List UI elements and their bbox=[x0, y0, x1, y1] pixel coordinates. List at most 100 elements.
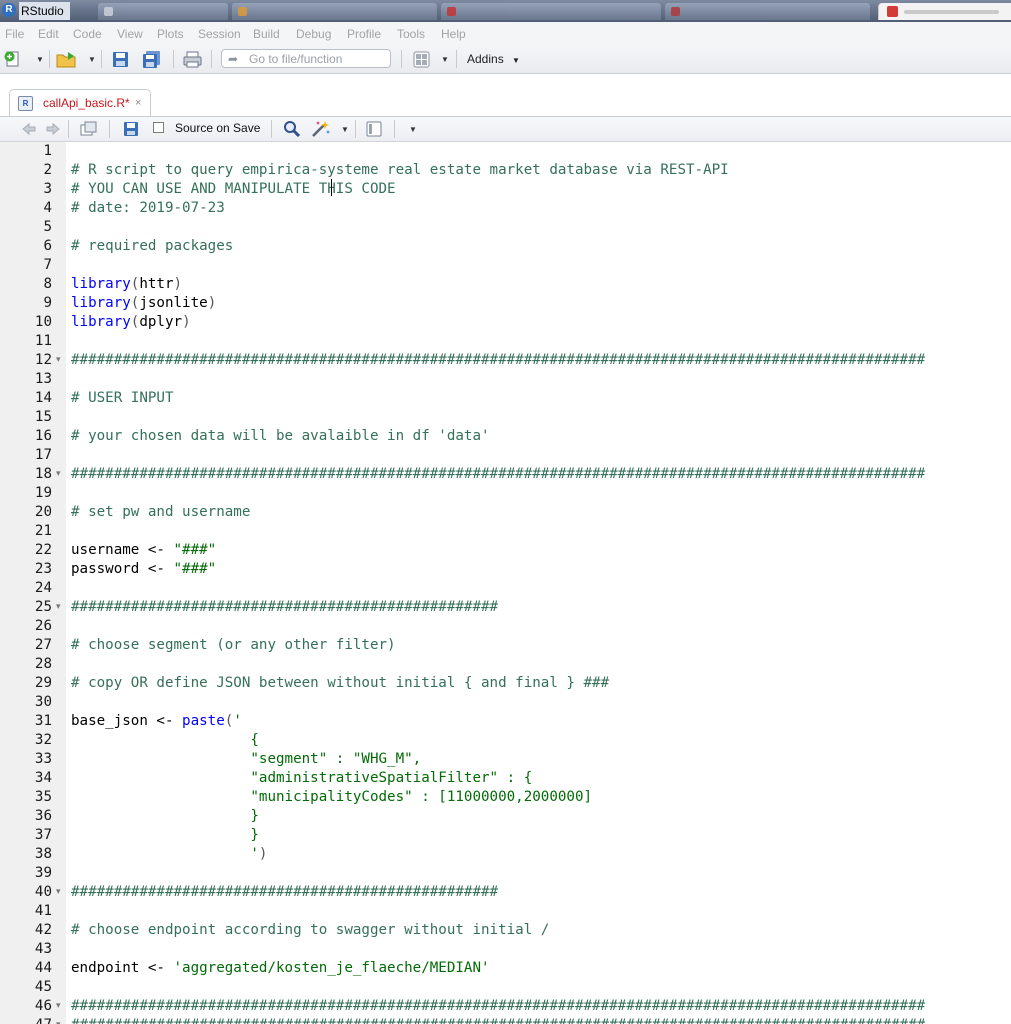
chevron-down-icon[interactable]: ▼ bbox=[341, 125, 349, 134]
menu-code[interactable]: Code bbox=[73, 26, 102, 42]
toolbar-divider bbox=[456, 50, 457, 68]
code-line[interactable]: 46 ▾ #####################################… bbox=[0, 997, 1011, 1016]
save-icon[interactable] bbox=[112, 51, 130, 69]
code-line[interactable]: 43 bbox=[0, 940, 1011, 959]
code-line[interactable]: 33 "segment" : "WHG_M", bbox=[0, 750, 1011, 769]
fold-toggle-icon[interactable]: ▾ bbox=[56, 1016, 61, 1024]
code-line[interactable]: 20 # set pw and username bbox=[0, 503, 1011, 522]
go-to-file-input[interactable]: ➦ Go to file/function bbox=[221, 49, 391, 68]
menu-session[interactable]: Session bbox=[198, 26, 241, 42]
browser-tab-active[interactable] bbox=[878, 3, 1011, 20]
fold-toggle-icon[interactable]: ▾ bbox=[56, 351, 61, 370]
fold-toggle-icon[interactable]: ▾ bbox=[56, 883, 61, 902]
show-in-window-icon[interactable] bbox=[80, 121, 98, 137]
menu-debug[interactable]: Debug bbox=[296, 26, 331, 42]
code-line[interactable]: 27 # choose segment (or any other filter) bbox=[0, 636, 1011, 655]
code-line[interactable]: 42 # choose endpoint according to swagger… bbox=[0, 921, 1011, 940]
code-line[interactable]: 41 bbox=[0, 902, 1011, 921]
chevron-down-icon[interactable]: ▼ bbox=[409, 125, 417, 134]
code-line[interactable]: 34 "administrativeSpatialFilter" : { bbox=[0, 769, 1011, 788]
print-icon[interactable] bbox=[183, 51, 203, 69]
code-line[interactable]: 7 bbox=[0, 256, 1011, 275]
background-browser-tab[interactable] bbox=[665, 3, 870, 20]
menu-tools[interactable]: Tools bbox=[397, 26, 425, 42]
code-line[interactable]: 2 # R script to query empirica-systeme re… bbox=[0, 161, 1011, 180]
code-text: # date: 2019-07-23 bbox=[71, 200, 225, 216]
chevron-down-icon[interactable]: ▼ bbox=[441, 55, 449, 64]
code-line[interactable]: 16 # your chosen data will be avalaible i… bbox=[0, 427, 1011, 446]
code-line[interactable]: 23 password <- "###" bbox=[0, 560, 1011, 579]
chevron-down-icon[interactable]: ▼ bbox=[36, 55, 44, 64]
background-browser-tab[interactable] bbox=[98, 3, 228, 20]
code-line[interactable]: 12 ▾ #####################################… bbox=[0, 351, 1011, 370]
menu-view[interactable]: View bbox=[117, 26, 143, 42]
magic-wand-icon[interactable] bbox=[311, 120, 331, 138]
fold-toggle-icon[interactable]: ▾ bbox=[56, 997, 61, 1016]
addins-button[interactable]: Addins ▼ bbox=[467, 50, 520, 68]
code-line[interactable]: 26 bbox=[0, 617, 1011, 636]
search-icon[interactable] bbox=[283, 121, 301, 137]
code-line[interactable]: 28 bbox=[0, 655, 1011, 674]
code-line[interactable]: 44 endpoint <- 'aggregated/kosten_je_flae… bbox=[0, 959, 1011, 978]
background-browser-tab[interactable] bbox=[441, 3, 661, 20]
code-editor[interactable]: 1 2 # R script to query empirica-systeme r… bbox=[0, 142, 1011, 1024]
tab-callapi-basic[interactable]: R callApi_basic.R* × bbox=[9, 89, 151, 116]
code-line[interactable]: 31 base_json <- paste(' bbox=[0, 712, 1011, 731]
menu-plots[interactable]: Plots bbox=[157, 26, 184, 42]
code-line[interactable]: 25 ▾ #####################################… bbox=[0, 598, 1011, 617]
code-line[interactable]: 15 bbox=[0, 408, 1011, 427]
fold-toggle-icon[interactable]: ▾ bbox=[56, 465, 61, 484]
menu-build[interactable]: Build bbox=[253, 26, 280, 42]
background-browser-tab[interactable] bbox=[232, 3, 437, 20]
code-line[interactable]: 37 } bbox=[0, 826, 1011, 845]
code-line[interactable]: 40 ▾ #####################################… bbox=[0, 883, 1011, 902]
code-line[interactable]: 21 bbox=[0, 522, 1011, 541]
menu-profile[interactable]: Profile bbox=[347, 26, 381, 42]
code-line[interactable]: 4 # date: 2019-07-23 bbox=[0, 199, 1011, 218]
line-number: 12 bbox=[34, 352, 52, 368]
code-line[interactable]: 22 username <- "###" bbox=[0, 541, 1011, 560]
code-line[interactable]: 24 bbox=[0, 579, 1011, 598]
save-all-icon[interactable] bbox=[142, 51, 162, 69]
code-line[interactable]: 6 # required packages bbox=[0, 237, 1011, 256]
code-line[interactable]: 1 bbox=[0, 142, 1011, 161]
menu-help[interactable]: Help bbox=[441, 26, 466, 42]
compile-report-icon[interactable] bbox=[366, 121, 384, 137]
menu-file[interactable]: File bbox=[5, 26, 24, 42]
code-line[interactable]: 9 library(jsonlite) bbox=[0, 294, 1011, 313]
save-icon[interactable] bbox=[123, 121, 141, 137]
code-line[interactable]: 8 library(httr) bbox=[0, 275, 1011, 294]
code-line[interactable]: 35 "municipalityCodes" : [11000000,20000… bbox=[0, 788, 1011, 807]
code-line[interactable]: 29 # copy OR define JSON between without … bbox=[0, 674, 1011, 693]
code-line[interactable]: 18 ▾ #####################################… bbox=[0, 465, 1011, 484]
source-on-save-checkbox[interactable] bbox=[153, 122, 164, 133]
code-text: base_json <- paste(' bbox=[71, 713, 242, 729]
code-line[interactable]: 3 # YOU CAN USE AND MANIPULATE THIS CODE bbox=[0, 180, 1011, 199]
back-arrow-icon[interactable] bbox=[21, 122, 37, 136]
code-line[interactable]: 45 bbox=[0, 978, 1011, 997]
code-line[interactable]: 47 ▾ #####################################… bbox=[0, 1016, 1011, 1024]
code-line[interactable]: 32 { bbox=[0, 731, 1011, 750]
code-line[interactable]: 30 bbox=[0, 693, 1011, 712]
code-line[interactable]: 5 bbox=[0, 218, 1011, 237]
code-line[interactable]: 36 } bbox=[0, 807, 1011, 826]
code-line[interactable]: 11 bbox=[0, 332, 1011, 351]
code-line[interactable]: 39 bbox=[0, 864, 1011, 883]
code-line[interactable]: 10 library(dplyr) bbox=[0, 313, 1011, 332]
forward-arrow-icon[interactable] bbox=[45, 122, 61, 136]
code-text: endpoint <- 'aggregated/kosten_je_flaech… bbox=[71, 960, 490, 976]
grid-layout-icon[interactable] bbox=[413, 51, 431, 69]
code-line[interactable]: 13 bbox=[0, 370, 1011, 389]
open-folder-icon[interactable] bbox=[56, 51, 78, 69]
line-number: 37 bbox=[34, 827, 52, 843]
close-icon[interactable]: × bbox=[135, 96, 141, 110]
fold-toggle-icon[interactable]: ▾ bbox=[56, 598, 61, 617]
line-number: 2 bbox=[43, 162, 52, 178]
code-line[interactable]: 17 bbox=[0, 446, 1011, 465]
new-file-icon[interactable] bbox=[4, 51, 22, 69]
code-line[interactable]: 19 bbox=[0, 484, 1011, 503]
code-line[interactable]: 38 ') bbox=[0, 845, 1011, 864]
code-line[interactable]: 14 # USER INPUT bbox=[0, 389, 1011, 408]
chevron-down-icon[interactable]: ▼ bbox=[88, 55, 96, 64]
menu-edit[interactable]: Edit bbox=[38, 26, 59, 42]
